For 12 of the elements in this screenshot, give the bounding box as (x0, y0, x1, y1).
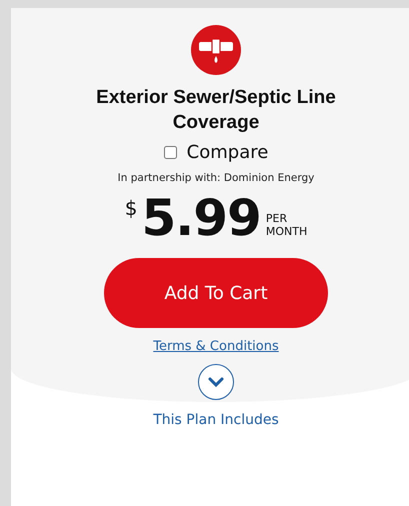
chevron-icon (208, 377, 224, 387)
currency-symbol: $ (124, 196, 138, 220)
terms-link[interactable]: Terms & Conditions (153, 339, 279, 354)
plan-includes-link[interactable]: This Plan Includes (153, 412, 279, 428)
compare-label[interactable]: Compare (186, 142, 268, 163)
price-period: PER MONTH (266, 212, 308, 238)
plan-title: Exterior Sewer/Septic Line Coverage (95, 86, 337, 135)
add-to-cart-button[interactable]: Add To Cart (104, 258, 328, 328)
partnership-text: In partnership with: Dominion Energy (118, 172, 314, 184)
compare-checkbox[interactable] (164, 146, 177, 159)
price-amount: 5.99 (141, 190, 261, 246)
pipe-leak-icon (191, 25, 241, 75)
